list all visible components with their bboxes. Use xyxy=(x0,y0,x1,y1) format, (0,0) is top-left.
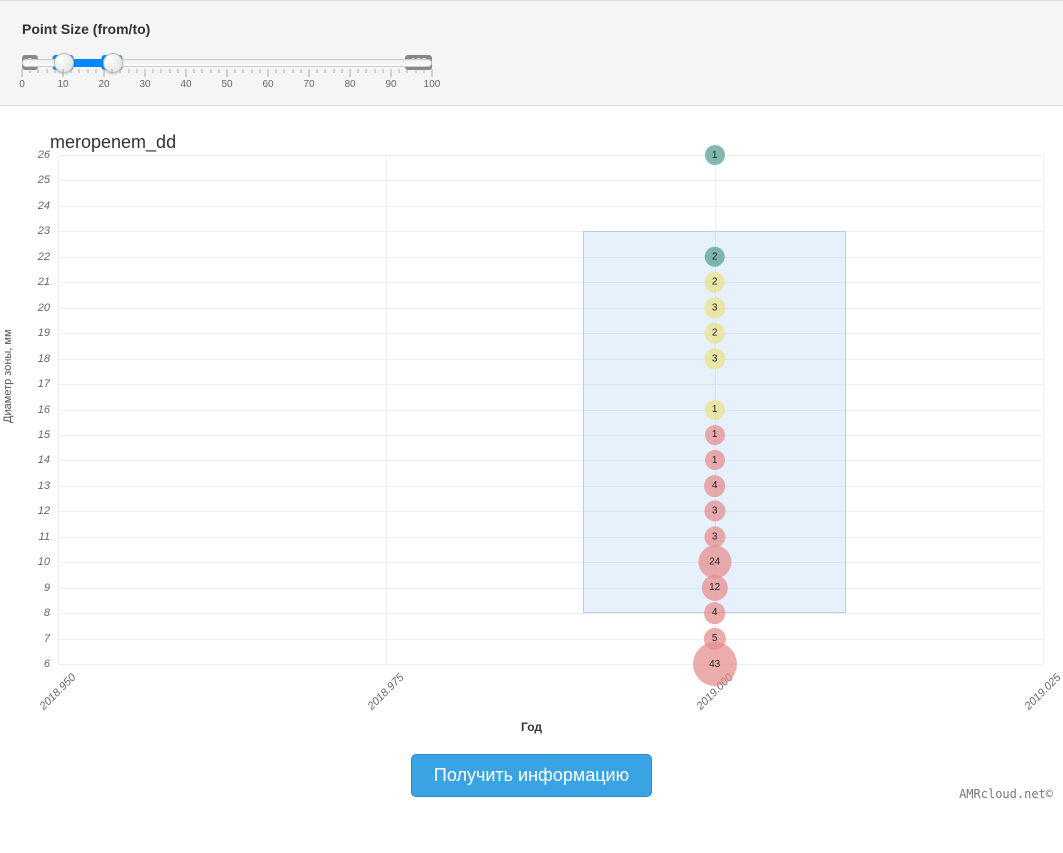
y-tick-label: 15 xyxy=(12,429,50,441)
slider-tick-label: 10 xyxy=(57,79,68,90)
y-tick-label: 14 xyxy=(12,454,50,466)
bubble[interactable]: 12 xyxy=(702,575,728,601)
y-tick-label: 25 xyxy=(12,174,50,186)
bubble[interactable]: 1 xyxy=(705,400,725,420)
y-tick-label: 6 xyxy=(12,658,50,670)
y-tick-label: 20 xyxy=(12,302,50,314)
slider-tick-label: 0 xyxy=(19,79,25,90)
get-info-button[interactable]: Получить информацию xyxy=(411,754,652,797)
slider-tick-label: 60 xyxy=(262,79,273,90)
chart-area: meropenem_dd Диаметр зоны, мм 6789101112… xyxy=(0,106,1063,811)
chart-plot[interactable]: 6789101112131415161718192021222324252620… xyxy=(58,155,1043,665)
x-tick-label: 2018.950 xyxy=(38,672,79,713)
bubble[interactable]: 4 xyxy=(704,475,726,497)
y-tick-label: 23 xyxy=(12,225,50,237)
x-tick-label: 2018.975 xyxy=(366,672,407,713)
slider-tick-label: 70 xyxy=(303,79,314,90)
bubble[interactable]: 3 xyxy=(704,297,725,318)
x-tick-label: 2019.025 xyxy=(1023,672,1063,713)
footer-credit: AMRcloud.net© xyxy=(959,787,1053,801)
bubble[interactable]: 3 xyxy=(704,526,725,547)
y-tick-label: 19 xyxy=(12,327,50,339)
slider-tick-label: 100 xyxy=(424,79,441,90)
y-tick-label: 8 xyxy=(12,607,50,619)
bubble[interactable]: 1 xyxy=(705,145,725,165)
bubble[interactable]: 2 xyxy=(704,247,725,268)
bubble[interactable]: 2 xyxy=(704,272,725,293)
point-size-label: Point Size (from/to) xyxy=(22,21,1041,37)
bubble[interactable]: 1 xyxy=(705,450,725,470)
chart-title: meropenem_dd xyxy=(50,132,1053,153)
bubble[interactable]: 43 xyxy=(693,642,737,686)
y-tick-label: 16 xyxy=(12,404,50,416)
y-tick-label: 10 xyxy=(12,556,50,568)
y-tick-label: 9 xyxy=(12,582,50,594)
y-tick-label: 17 xyxy=(12,378,50,390)
slider-tick-label: 30 xyxy=(139,79,150,90)
y-tick-label: 24 xyxy=(12,200,50,212)
y-tick-label: 13 xyxy=(12,480,50,492)
slider-tick-label: 50 xyxy=(221,79,232,90)
slider-tick-label: 90 xyxy=(385,79,396,90)
point-size-panel: Point Size (from/to) 0 100 10 22 0102030… xyxy=(0,0,1063,106)
bubble[interactable]: 3 xyxy=(704,501,725,522)
y-tick-label: 12 xyxy=(12,505,50,517)
bubble[interactable]: 2 xyxy=(704,323,725,344)
y-tick-label: 22 xyxy=(12,251,50,263)
slider-tick-label: 20 xyxy=(98,79,109,90)
y-tick-label: 21 xyxy=(12,276,50,288)
slider-ticks: 0102030405060708090100 xyxy=(22,69,432,93)
bubble[interactable]: 3 xyxy=(704,348,725,369)
x-axis-title: Год xyxy=(10,720,1053,734)
y-tick-label: 26 xyxy=(12,149,50,161)
slider-tick-label: 40 xyxy=(180,79,191,90)
y-tick-label: 7 xyxy=(12,633,50,645)
point-size-slider[interactable]: 0 100 10 22 0102030405060708090100 xyxy=(22,59,432,93)
slider-tick-label: 80 xyxy=(344,79,355,90)
slider-track[interactable] xyxy=(22,59,432,67)
bubble[interactable]: 4 xyxy=(704,602,726,624)
bubble[interactable]: 1 xyxy=(705,425,725,445)
y-tick-label: 18 xyxy=(12,353,50,365)
y-tick-label: 11 xyxy=(12,531,50,543)
